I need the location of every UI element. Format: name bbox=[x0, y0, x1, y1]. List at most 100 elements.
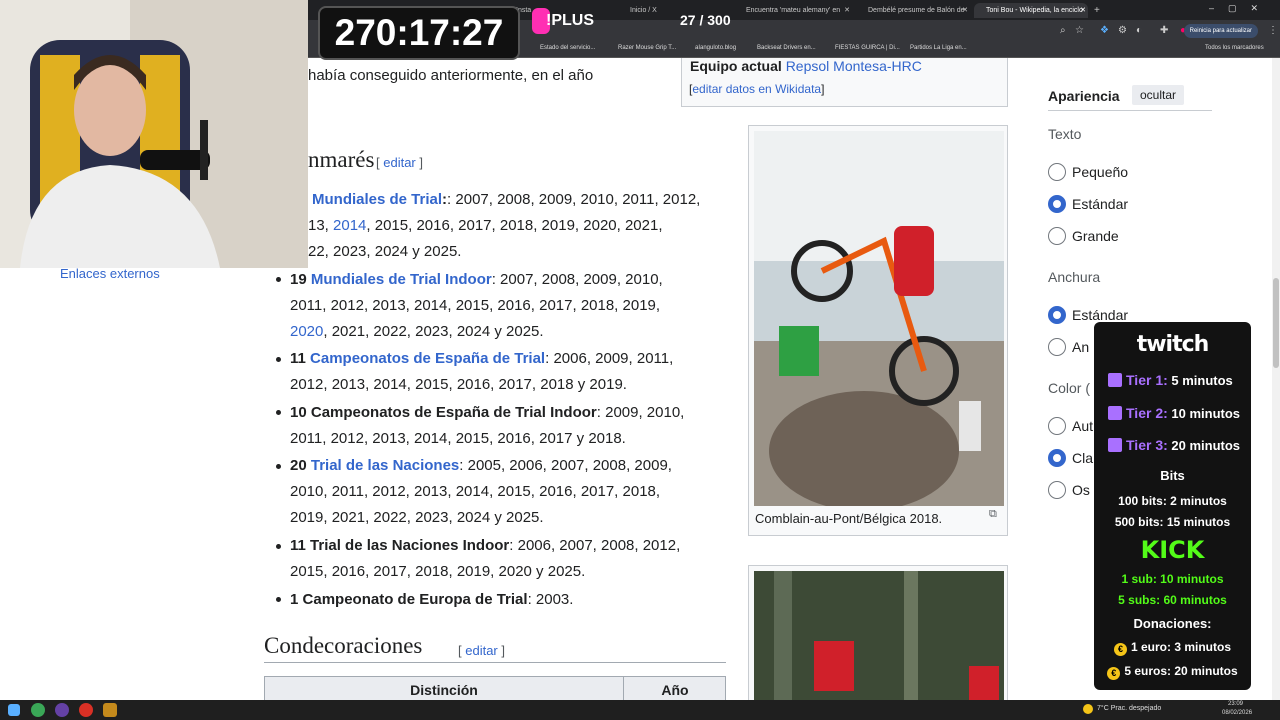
list-item: 20 Trial de las Naciones: 2005, 2006, 20… bbox=[290, 457, 672, 474]
radio-label: Aut bbox=[1072, 418, 1094, 434]
close-icon[interactable]: ✕ bbox=[962, 3, 968, 18]
twitch-icon bbox=[1108, 438, 1122, 452]
donation-item: €5 euros: 20 minutos bbox=[1094, 664, 1251, 680]
edit-link[interactable]: editar bbox=[465, 643, 498, 658]
sidebar-link-external[interactable]: Enlaces externos bbox=[60, 266, 160, 281]
scrollbar-thumb[interactable] bbox=[1273, 278, 1279, 368]
bullet bbox=[276, 597, 281, 602]
radio-width-wide[interactable] bbox=[1048, 338, 1066, 356]
new-tab-icon[interactable]: + bbox=[1094, 3, 1106, 18]
app-icon[interactable] bbox=[79, 703, 93, 717]
tab-label: Dembélé presume de Balón de bbox=[868, 7, 965, 14]
browser-tab[interactable]: Dembélé presume de Balón de ✕ bbox=[858, 3, 970, 18]
twitch-icon bbox=[1108, 373, 1122, 387]
app-icon[interactable] bbox=[55, 703, 69, 717]
all-bookmarks[interactable]: Todos los marcadores bbox=[1205, 45, 1264, 51]
browser-tab[interactable]: Encuentra 'mateu alemany' en ✕ bbox=[736, 3, 852, 18]
weather-icon bbox=[1083, 704, 1093, 714]
list-item: 22, 2023, 2024 y 2025. bbox=[308, 243, 462, 260]
enlarge-icon[interactable]: ⧉ bbox=[989, 508, 997, 521]
list-item-line: 2011, 2012, 2013, 2014, 2015, 2016, 2017… bbox=[290, 297, 661, 314]
weather-text: 7°C Prac. despejado bbox=[1097, 705, 1162, 712]
edit-wikidata-link[interactable]: editar datos en Wikidata bbox=[692, 82, 821, 96]
bullet bbox=[276, 357, 281, 362]
update-button[interactable]: Reinicia para actualizar bbox=[1183, 24, 1258, 38]
team-link[interactable]: Repsol Montesa-HRC bbox=[786, 58, 922, 74]
extension-icon[interactable]: ◐ bbox=[1136, 25, 1142, 36]
chrome-icon[interactable] bbox=[31, 703, 45, 717]
decorations-table: Distinción Año bbox=[264, 676, 726, 703]
radio-standard[interactable] bbox=[1048, 195, 1066, 213]
list-item-line: 2010, 2011, 2012, 2013, 2014, 2015, 2016… bbox=[290, 483, 661, 500]
bookmark-item[interactable]: Partidos La Liga en... bbox=[910, 45, 967, 51]
close-icon[interactable]: ✕ bbox=[844, 3, 850, 18]
bookmark-item[interactable]: Backseat Drivers en... bbox=[757, 45, 816, 51]
radio-large[interactable] bbox=[1048, 227, 1066, 245]
bullet bbox=[276, 544, 281, 549]
table-header: Año bbox=[661, 682, 689, 698]
radio-label: Cla bbox=[1072, 450, 1094, 466]
radio-color-light[interactable] bbox=[1048, 449, 1066, 467]
kick-item: 1 sub: 10 minutos bbox=[1121, 572, 1224, 586]
text-size-label: Texto bbox=[1048, 126, 1082, 142]
bookmark-item[interactable]: Razer Mouse Grip T... bbox=[618, 45, 676, 51]
radio-width-standard[interactable] bbox=[1048, 306, 1066, 324]
euro-icon: € bbox=[1107, 667, 1121, 680]
star-icon[interactable]: ☆ bbox=[1075, 25, 1084, 36]
tab-label: Encuentra 'mateu alemany' en bbox=[746, 7, 841, 14]
extension-icon[interactable]: ❖ bbox=[1100, 25, 1109, 36]
list-item: Mundiales de Trial:: 2007, 2008, 2009, 2… bbox=[312, 191, 701, 208]
puzzle-icon[interactable]: ✚ bbox=[1160, 25, 1168, 36]
radio-label: An bbox=[1072, 339, 1090, 355]
app-icon[interactable] bbox=[103, 703, 117, 717]
color-label: Color ( bbox=[1048, 380, 1091, 396]
palmares-link[interactable]: Campeonatos de España de Trial bbox=[310, 350, 545, 367]
table-header: Distinción bbox=[410, 682, 478, 698]
subathon-timer: 270:17:27 bbox=[318, 6, 520, 60]
bullet bbox=[276, 464, 281, 469]
radio-label: Estándar bbox=[1072, 196, 1129, 212]
edit-link[interactable]: editar bbox=[383, 155, 416, 170]
start-icon[interactable] bbox=[8, 704, 20, 716]
list-item: 1 Campeonato de Europa de Trial: 2003. bbox=[290, 591, 574, 608]
extension-icon[interactable]: ⚙ bbox=[1118, 25, 1127, 36]
bits-item: 500 bits: 15 minutos bbox=[1114, 515, 1231, 529]
bookmark-item[interactable]: FIESTAS GUIRCA | Di... bbox=[835, 45, 900, 51]
palmares-heading: nmarés bbox=[308, 147, 375, 172]
hide-button[interactable]: ocultar bbox=[1132, 85, 1185, 105]
trial-photo[interactable] bbox=[754, 571, 1004, 706]
twitch-icon bbox=[1108, 406, 1122, 420]
tab-label: Toni Bou - Wikipedia, la enciclo bbox=[986, 7, 1083, 14]
palmares-link[interactable]: Trial de las Naciones bbox=[311, 457, 459, 474]
radio-label: Os bbox=[1072, 482, 1090, 498]
clock-date: 08/02/2026 bbox=[1222, 710, 1253, 716]
radio-label: Grande bbox=[1072, 228, 1119, 244]
radio-color-auto[interactable] bbox=[1048, 417, 1066, 435]
radio-color-dark[interactable] bbox=[1048, 481, 1066, 499]
taskbar: 7°C Prac. despejado 23:09 08/02/2026 bbox=[0, 700, 1280, 720]
bullet bbox=[276, 277, 281, 282]
year-link[interactable]: 2020 bbox=[290, 323, 323, 340]
close-icon[interactable]: ✕ bbox=[1080, 3, 1086, 18]
palmares-link[interactable]: Mundiales de Trial Indoor bbox=[311, 271, 492, 288]
menu-icon[interactable]: ⋮ bbox=[1268, 25, 1278, 36]
year-link[interactable]: 2014 bbox=[333, 217, 366, 234]
bookmark-item[interactable]: aIanguloto.blog bbox=[695, 45, 736, 51]
list-item-line: 2012, 2013, 2014, 2015, 2016, 2017, 2018… bbox=[290, 376, 627, 393]
scrollbar[interactable] bbox=[1272, 58, 1280, 700]
browser-tab-active[interactable]: Toni Bou - Wikipedia, la enciclo ✕ bbox=[974, 3, 1088, 18]
window-controls[interactable]: –▢✕ bbox=[1209, 3, 1272, 14]
search-icon[interactable]: ⌕ bbox=[1060, 25, 1066, 36]
sub-counter: 27 / 300 bbox=[680, 12, 731, 28]
clock-time: 23:09 bbox=[1228, 701, 1244, 707]
palmares-link[interactable]: Mundiales de Trial bbox=[312, 191, 442, 208]
radio-small[interactable] bbox=[1048, 163, 1066, 181]
bookmark-item[interactable]: Estado del servicio... bbox=[540, 45, 595, 51]
bits-item: 100 bits: 2 minutos bbox=[1118, 494, 1227, 508]
list-item-line: 2015, 2016, 2017, 2018, 2019, 2020 y 202… bbox=[290, 563, 586, 580]
list-item: 19 Mundiales de Trial Indoor: 2007, 2008… bbox=[290, 271, 663, 288]
list-item: 11 Campeonatos de España de Trial: 2006,… bbox=[290, 350, 674, 367]
tier-item: Tier 1: 5 minutos bbox=[1108, 372, 1233, 388]
radio-label: Estándar bbox=[1072, 307, 1129, 323]
trial-photo[interactable] bbox=[754, 131, 1004, 506]
